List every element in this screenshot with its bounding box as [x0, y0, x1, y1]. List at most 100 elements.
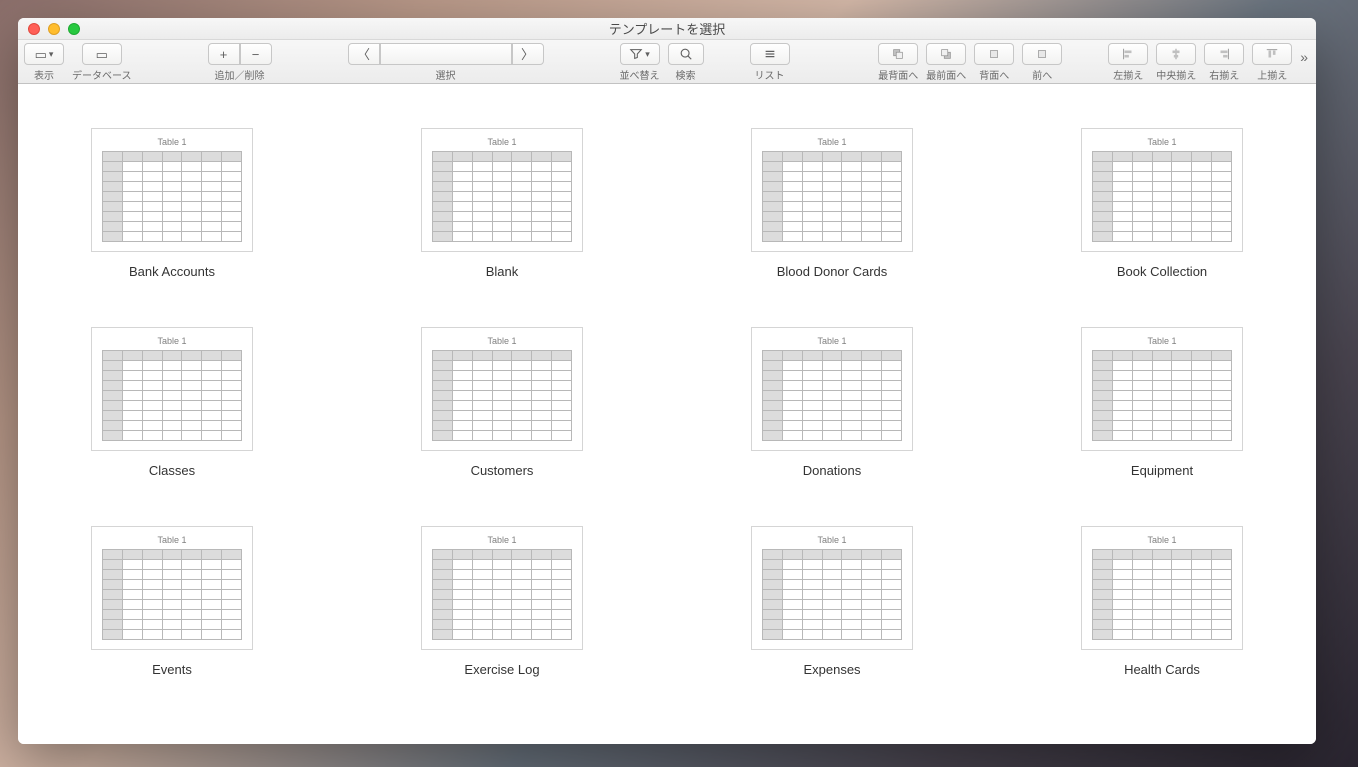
- align-center-label: 中央揃え: [1156, 67, 1196, 82]
- tool-group-list: リスト: [750, 43, 790, 82]
- arrange-backward-label: 背面へ: [979, 67, 1009, 82]
- view-mode-button[interactable]: ▭ ▾: [24, 43, 64, 65]
- tool-group-align-right: 右揃え: [1204, 43, 1244, 82]
- sidebar-icon: ▭: [35, 48, 47, 61]
- template-item[interactable]: Table 1 Blood Donor Cards: [737, 128, 927, 279]
- traffic-lights: [18, 23, 80, 35]
- template-label: Blood Donor Cards: [777, 264, 888, 279]
- mini-table: [102, 350, 242, 441]
- minimize-button[interactable]: [48, 23, 60, 35]
- template-item[interactable]: Table 1Exercise Log: [407, 526, 597, 677]
- sort-label: 並べ替え: [620, 67, 660, 82]
- mini-table: [102, 151, 242, 242]
- mini-table: [432, 151, 572, 242]
- list-icon: [763, 47, 777, 61]
- thumb-caption: Table 1: [157, 336, 186, 346]
- tool-group-align-center: 中央揃え: [1156, 43, 1196, 82]
- bring-forward-button[interactable]: [1022, 43, 1062, 65]
- next-button[interactable]: 〉: [512, 43, 544, 65]
- thumb-caption: Table 1: [1147, 535, 1176, 545]
- template-label: Bank Accounts: [129, 264, 215, 279]
- tool-group-align-top: 上揃え: [1252, 43, 1292, 82]
- tool-group-align-left: 左揃え: [1108, 43, 1148, 82]
- mini-table: [102, 549, 242, 640]
- send-backward-icon: [987, 47, 1001, 61]
- thumb-caption: Table 1: [817, 336, 846, 346]
- tool-group-database: ▭ データベース: [72, 43, 132, 82]
- align-left-icon: [1121, 47, 1135, 61]
- chevron-right-icon: 〉: [521, 48, 534, 61]
- template-item[interactable]: Table 1Book Collection: [1067, 128, 1257, 279]
- toolbar-overflow-button[interactable]: »: [1300, 43, 1310, 65]
- mini-table: [1092, 549, 1232, 640]
- mini-table: [762, 549, 902, 640]
- mini-table: [1092, 350, 1232, 441]
- template-thumbnail: Table 1: [421, 128, 583, 252]
- prev-button[interactable]: 〈: [348, 43, 380, 65]
- template-thumbnail: Table 1: [91, 327, 253, 451]
- mini-table: [432, 549, 572, 640]
- thumb-caption: Table 1: [817, 535, 846, 545]
- template-item[interactable]: Table 1 Health Cards: [1067, 526, 1257, 677]
- template-item[interactable]: Table 1Customers: [407, 327, 597, 478]
- sort-button[interactable]: ▾: [620, 43, 660, 65]
- template-thumbnail: Table 1: [751, 526, 913, 650]
- send-backward-button[interactable]: [974, 43, 1014, 65]
- plus-icon: +: [220, 48, 228, 61]
- remove-button[interactable]: −: [240, 43, 272, 65]
- template-item[interactable]: Table 1 Equipment: [1067, 327, 1257, 478]
- tool-group-arrange-back: 最背面へ: [878, 43, 918, 82]
- thumb-caption: Table 1: [157, 137, 186, 147]
- tool-group-arrange-backward: 背面へ: [974, 43, 1014, 82]
- template-item[interactable]: Table 1Expenses: [737, 526, 927, 677]
- thumb-caption: Table 1: [817, 137, 846, 147]
- thumb-caption: Table 1: [1147, 137, 1176, 147]
- align-top-button[interactable]: [1252, 43, 1292, 65]
- list-button[interactable]: [750, 43, 790, 65]
- search-button[interactable]: [668, 43, 704, 65]
- funnel-icon: [629, 47, 643, 61]
- database-label: データベース: [72, 67, 132, 82]
- template-label: Equipment: [1131, 463, 1193, 478]
- template-item[interactable]: Table 1Events: [77, 526, 267, 677]
- search-label: 検索: [676, 67, 696, 82]
- send-to-back-button[interactable]: [878, 43, 918, 65]
- mini-table: [432, 350, 572, 441]
- arrange-front-label: 最前面へ: [926, 67, 966, 82]
- selection-field[interactable]: [380, 43, 512, 65]
- tool-group-addremove: + − 追加／削除: [208, 43, 272, 82]
- align-left-button[interactable]: [1108, 43, 1148, 65]
- template-item[interactable]: Table 1 Bank Accounts: [77, 128, 267, 279]
- template-thumbnail: Table 1: [751, 327, 913, 451]
- tool-group-search: 検索: [668, 43, 704, 82]
- align-top-icon: [1265, 47, 1279, 61]
- template-label: Events: [152, 662, 192, 677]
- close-button[interactable]: [28, 23, 40, 35]
- template-item[interactable]: Table 1 Classes: [77, 327, 267, 478]
- align-center-button[interactable]: [1156, 43, 1196, 65]
- template-label: Health Cards: [1124, 662, 1200, 677]
- template-item[interactable]: Table 1Blank: [407, 128, 597, 279]
- zoom-button[interactable]: [68, 23, 80, 35]
- thumb-caption: Table 1: [1147, 336, 1176, 346]
- template-thumbnail: Table 1: [421, 327, 583, 451]
- thumb-caption: Table 1: [487, 137, 516, 147]
- bring-to-front-button[interactable]: [926, 43, 966, 65]
- template-label: Classes: [149, 463, 195, 478]
- mini-table: [762, 350, 902, 441]
- align-right-label: 右揃え: [1209, 67, 1239, 82]
- template-item[interactable]: Table 1Donations: [737, 327, 927, 478]
- chevron-down-icon: ▾: [645, 50, 650, 59]
- database-button[interactable]: ▭: [82, 43, 122, 65]
- mini-table: [1092, 151, 1232, 242]
- align-right-button[interactable]: [1204, 43, 1244, 65]
- add-button[interactable]: +: [208, 43, 240, 65]
- window-title: テンプレートを選択: [18, 19, 1316, 38]
- minus-icon: −: [252, 48, 260, 61]
- toolbar: ▭ ▾ 表示 ▭ データベース + −: [18, 40, 1316, 84]
- arrange-back-label: 最背面へ: [878, 67, 918, 82]
- tool-group-sort: ▾ 並べ替え: [620, 43, 660, 82]
- template-gallery: Table 1Bank AccountsTable 1BlankTable 1B…: [18, 84, 1316, 744]
- bring-forward-icon: [1035, 47, 1049, 61]
- align-right-icon: [1217, 47, 1231, 61]
